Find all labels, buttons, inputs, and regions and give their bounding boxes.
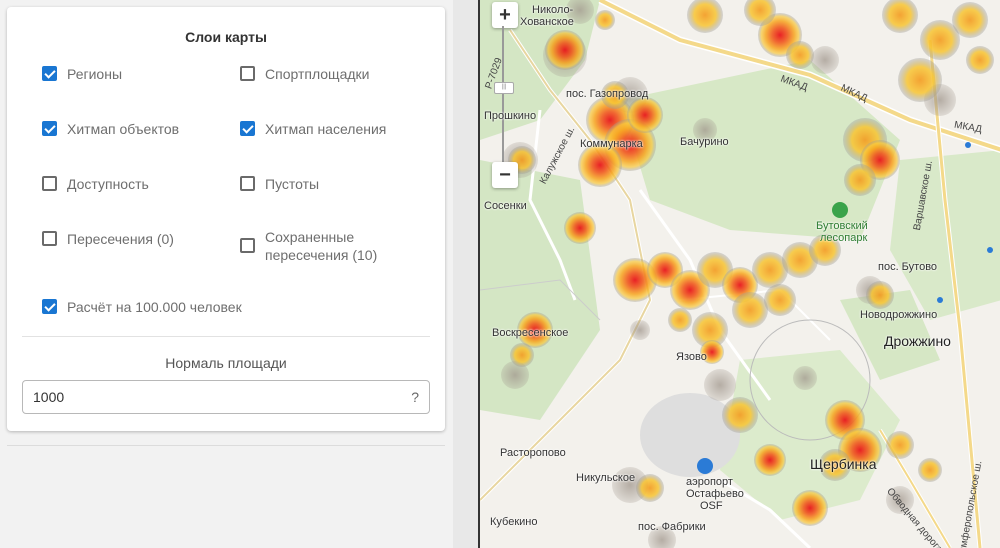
map-label-khovanskoe: Хованское: [520, 16, 574, 28]
layer-intersections[interactable]: Пересечения (0): [42, 230, 174, 248]
layer-label: Доступность: [67, 176, 149, 192]
zoom-control: +: [492, 2, 518, 28]
layer-accessibility[interactable]: Доступность: [42, 175, 149, 193]
checkbox-saved-intersections[interactable]: [240, 238, 255, 253]
map-label-yazovo: Язово: [676, 351, 707, 363]
layer-sports[interactable]: Спортплощадки: [240, 65, 369, 83]
map-label-pos-butovo: пос. Бутово: [878, 261, 938, 273]
layer-label: Пересечения (0): [67, 231, 174, 247]
checkbox-intersections[interactable]: [42, 231, 57, 246]
checkbox-voids[interactable]: [240, 176, 255, 191]
checkbox-objects-heatmap[interactable]: [42, 121, 57, 136]
checkbox-per-100k[interactable]: [42, 299, 57, 314]
zoom-slider[interactable]: |||: [494, 26, 514, 163]
map-label-nikolo: Николо-: [532, 4, 574, 16]
map-label-kubekino: Кубекино: [490, 516, 538, 528]
checkbox-sports[interactable]: [240, 66, 255, 81]
layer-saved-intersections[interactable]: Сохраненные пересечения (10): [240, 228, 400, 264]
zoom-out-button[interactable]: −: [492, 162, 518, 188]
map-label-voskresenskoe: Воскресенское: [492, 327, 569, 339]
layer-label: Спортплощадки: [265, 66, 370, 82]
panel-splitter[interactable]: [453, 0, 478, 548]
divider: [22, 336, 430, 337]
checkbox-population-heatmap[interactable]: [240, 121, 255, 136]
help-icon[interactable]: ?: [411, 389, 419, 405]
zoom-slider-handle[interactable]: |||: [494, 82, 514, 94]
layer-label: Расчёт на 100.000 человек: [67, 299, 242, 315]
map-label-shcherbinka: Щербинка: [810, 456, 877, 472]
map-view[interactable]: + ||| − Николо- Хованское пос. Газопрово…: [478, 0, 1000, 548]
layers-card: Слои карты Регионы Спортплощадки Хитмап …: [7, 7, 445, 431]
zoom-control: −: [492, 162, 518, 188]
map-label-pos-fabriki: пос. Фабрики: [638, 521, 706, 533]
layer-label: Пустоты: [265, 176, 320, 192]
layer-label: Хитмап населения: [265, 121, 387, 137]
map-label-rastoropovo: Расторопово: [500, 447, 566, 459]
left-panel: Слои карты Регионы Спортплощадки Хитмап …: [0, 0, 453, 548]
divider: [7, 445, 445, 446]
map-label-bachurino: Бачурино: [680, 136, 729, 148]
checkbox-regions[interactable]: [42, 66, 57, 81]
map-label-ostafyevo: Остафьево: [686, 488, 744, 500]
map-label-butovsky: Бутовский: [816, 220, 868, 232]
map-label-kommunarka: Коммунарка: [580, 138, 643, 150]
map-canvas: [480, 0, 1000, 548]
normal-area-field[interactable]: ?: [22, 380, 430, 414]
layer-per-100k[interactable]: Расчёт на 100.000 человек: [42, 298, 242, 316]
layer-label: Регионы: [67, 66, 123, 82]
map-label-novodrozhzhino: Новодрожжино: [860, 309, 938, 321]
checkbox-accessibility[interactable]: [42, 176, 57, 191]
map-label-proshkino: Прошкино: [484, 110, 537, 122]
map-label-drozhzhino: Дрожжино: [884, 333, 951, 349]
layer-objects-heatmap[interactable]: Хитмап объектов: [42, 120, 179, 138]
layer-voids[interactable]: Пустоты: [240, 175, 319, 193]
normal-area-input[interactable]: [33, 389, 373, 405]
layer-regions[interactable]: Регионы: [42, 65, 122, 83]
layer-population-heatmap[interactable]: Хитмап населения: [240, 120, 386, 138]
layer-label: Сохраненные пересечения (10): [265, 229, 378, 263]
layers-title: Слои карты: [185, 29, 267, 45]
map-label-sosenki: Сосенки: [484, 200, 527, 212]
map-label-lesopark: лесопарк: [820, 232, 868, 244]
map-label-nikulskoe: Никульское: [576, 472, 636, 484]
layer-label: Хитмап объектов: [67, 121, 180, 137]
map-label-osf: OSF: [700, 500, 723, 512]
map-label-gazoprovod: пос. Газопровод: [566, 88, 649, 100]
map-label-aeroport: аэропорт: [686, 476, 733, 488]
normal-area-label: Нормаль площади: [165, 355, 287, 371]
zoom-in-button[interactable]: +: [492, 2, 518, 28]
